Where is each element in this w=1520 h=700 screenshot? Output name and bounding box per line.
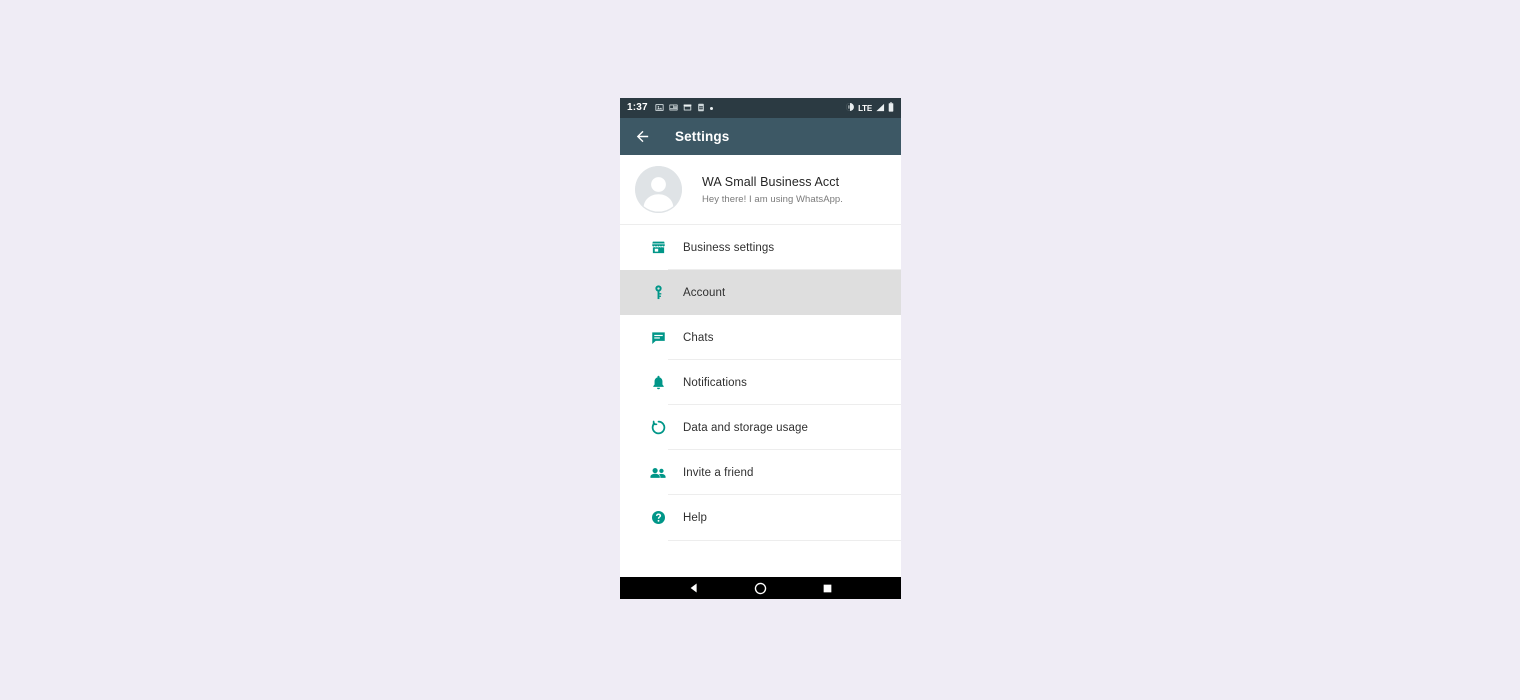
menu-item-label: Invite a friend — [683, 466, 754, 479]
menu-item-notifications[interactable]: Notifications — [620, 360, 901, 405]
dot-icon — [709, 106, 713, 110]
list-end-divider — [668, 540, 901, 541]
menu-item-business-settings[interactable]: Business settings — [620, 225, 901, 270]
phone-screen: 1:37 LTE Settings WA Small Business Acct… — [620, 98, 901, 599]
menu-item-chats[interactable]: Chats — [620, 315, 901, 360]
settings-list: WA Small Business Acct Hey there! I am u… — [620, 155, 901, 577]
volume-icon — [845, 99, 855, 117]
people-icon — [646, 467, 670, 479]
calendar-icon — [683, 99, 692, 117]
default-avatar-icon — [635, 166, 682, 213]
network-type-label: LTE — [858, 103, 872, 113]
photo-icon — [655, 99, 664, 117]
page-title: Settings — [675, 129, 730, 144]
menu-item-help[interactable]: Help — [620, 495, 901, 540]
menu-item-account[interactable]: Account — [620, 270, 901, 315]
menu-item-data-and-storage-usage[interactable]: Data and storage usage — [620, 405, 901, 450]
status-left-icons — [655, 99, 845, 117]
menu-item-label: Chats — [683, 331, 714, 344]
chat-icon — [646, 331, 670, 345]
status-right-icons: LTE — [845, 99, 894, 117]
android-nav-bar — [620, 577, 901, 599]
profile-text: WA Small Business Acct Hey there! I am u… — [702, 174, 843, 205]
status-clock: 1:37 — [627, 102, 648, 113]
menu-item-label: Account — [683, 286, 726, 299]
sim-card-icon — [697, 99, 705, 117]
battery-icon — [888, 99, 894, 117]
menu-item-label: Notifications — [683, 376, 747, 389]
app-bar: Settings — [620, 118, 901, 155]
menu-item-label: Data and storage usage — [683, 421, 808, 434]
back-triangle-icon[interactable] — [679, 577, 709, 599]
news-icon — [669, 99, 678, 117]
home-circle-icon[interactable] — [746, 577, 776, 599]
menu-item-invite-a-friend[interactable]: Invite a friend — [620, 450, 901, 495]
back-arrow-icon[interactable] — [631, 126, 653, 148]
signal-icon — [875, 99, 885, 117]
profile-status: Hey there! I am using WhatsApp. — [702, 194, 843, 206]
profile-name: WA Small Business Acct — [702, 174, 840, 189]
menu-item-label: Help — [683, 511, 708, 524]
storefront-icon — [646, 240, 670, 255]
avatar — [635, 166, 682, 213]
status-bar: 1:37 LTE — [620, 98, 901, 118]
recents-square-icon[interactable] — [813, 577, 843, 599]
key-icon — [646, 285, 670, 300]
profile-row[interactable]: WA Small Business Acct Hey there! I am u… — [620, 155, 901, 225]
sync-circle-icon — [646, 420, 670, 435]
menu-item-label: Business settings — [683, 241, 775, 254]
help-circle-icon — [646, 510, 670, 525]
bell-icon — [646, 375, 670, 390]
